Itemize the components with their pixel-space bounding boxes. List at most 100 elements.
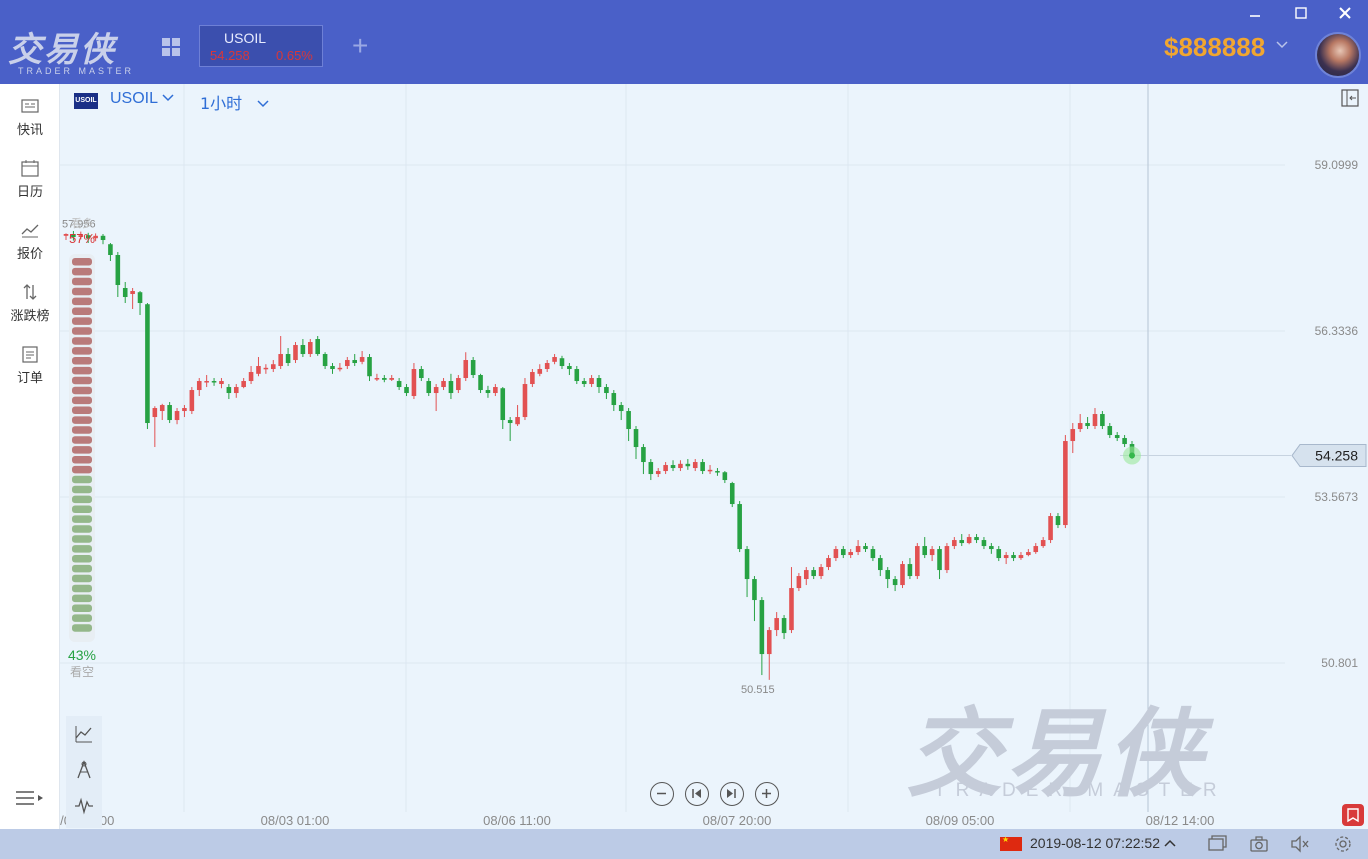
candle-body <box>515 417 520 425</box>
candle-body <box>433 387 439 394</box>
candle-body <box>722 472 728 481</box>
candle-body <box>1033 546 1039 553</box>
candle-body <box>781 618 787 634</box>
candle-body <box>648 462 654 475</box>
candle-body <box>707 469 713 472</box>
timeframe-selector[interactable]: 1小时 <box>200 90 269 114</box>
candle-body <box>618 405 624 412</box>
price-axis-label: 56.3336 <box>1315 324 1359 338</box>
candle-body <box>145 304 150 424</box>
draw-tool-icon[interactable] <box>74 760 94 780</box>
candle-body <box>818 567 824 577</box>
quote-tab-change: 0.65% <box>276 48 313 63</box>
user-avatar[interactable] <box>1315 32 1361 78</box>
symbol-selector[interactable]: USOIL <box>110 90 174 108</box>
report-icon[interactable] <box>1342 804 1364 826</box>
sidebar-item-quote[interactable]: 报价 <box>0 208 60 268</box>
candle-body <box>655 471 661 475</box>
sidebar-item-label: 订单 <box>16 371 43 386</box>
sentiment-bull-segment <box>72 258 92 266</box>
minimize-icon[interactable] <box>1244 2 1266 24</box>
status-datetime[interactable]: 2019-08-12 07:22:52 <box>1030 835 1176 851</box>
layout-toggle-icon[interactable] <box>1340 88 1360 108</box>
candle-body <box>833 549 839 559</box>
sidebar-item-updown[interactable]: 涨跌榜 <box>0 270 60 330</box>
sentiment-bear-segment <box>72 515 92 523</box>
candle-body <box>152 408 158 418</box>
candle-body <box>307 342 313 355</box>
candle-body <box>182 408 187 412</box>
sentiment-bull-segment <box>72 317 92 325</box>
candle-body <box>1003 555 1009 559</box>
time-axis-label: 08/09 05:00 <box>926 813 995 828</box>
expand-menu-icon[interactable] <box>14 786 46 810</box>
candle-body <box>611 393 617 406</box>
sentiment-bull-segment <box>72 347 92 355</box>
oscillator-icon[interactable] <box>74 796 94 816</box>
candle-body <box>678 463 683 469</box>
candle-body <box>641 447 646 463</box>
time-axis-label: 08/03 01:00 <box>261 813 330 828</box>
camera-icon[interactable] <box>1249 835 1269 853</box>
sentiment-bear-segment <box>72 564 92 573</box>
sentiment-bear-segment <box>72 614 92 622</box>
chart-area[interactable]: 59.099956.333653.567350.80108/01 16:0008… <box>60 84 1368 829</box>
sentiment-bull-segment <box>72 426 92 434</box>
candle-body <box>456 378 461 391</box>
watermark-logo-en: TRADER MASTER <box>934 780 1227 801</box>
account-balance[interactable]: $888888 <box>1164 32 1265 63</box>
candle-body <box>544 363 550 370</box>
symbol-flag-icon: USOIL <box>74 93 98 109</box>
candle-body <box>285 354 291 364</box>
sidebar-item-order[interactable]: 订单 <box>0 332 60 392</box>
sentiment-bull-segment <box>72 327 92 335</box>
sentiment-bear-segment <box>72 555 92 563</box>
candle-body <box>159 405 165 412</box>
window-icon[interactable] <box>1207 835 1227 853</box>
add-tab-icon[interactable]: + <box>352 30 368 62</box>
close-icon[interactable] <box>1334 2 1356 24</box>
candle-body <box>115 255 121 286</box>
sidebar-item-label: 日历 <box>16 185 43 200</box>
mute-icon[interactable] <box>1290 835 1310 853</box>
current-price-dot <box>1129 452 1135 459</box>
candle-body <box>270 364 276 370</box>
news-icon <box>21 99 39 113</box>
candle-body <box>604 387 609 394</box>
sentiment-bull-segment <box>72 446 92 454</box>
sentiment-bull-segment <box>72 337 92 345</box>
candle-body <box>448 381 454 394</box>
candle-body <box>907 564 913 577</box>
sidebar-item-label: 涨跌榜 <box>10 309 50 324</box>
candle-body <box>367 357 372 377</box>
grid-layout-icon[interactable] <box>162 38 180 56</box>
candle-body <box>996 549 1002 559</box>
chevron-down-icon[interactable] <box>1276 38 1288 54</box>
candle-body <box>337 367 343 370</box>
sentiment-bull-segment <box>72 307 92 315</box>
candle-body <box>1100 414 1105 427</box>
candle-body <box>715 471 720 473</box>
sidebar-item-label: 快讯 <box>16 123 43 138</box>
sidebar-item-news[interactable]: 快讯 <box>0 84 60 144</box>
zoom-in-button[interactable] <box>755 782 779 806</box>
candle-body <box>204 381 209 383</box>
indicator-icon[interactable] <box>74 724 94 744</box>
candle-body <box>663 465 668 472</box>
logo-text-en: TRADER MASTER <box>18 66 135 76</box>
quote-tab-usoil[interactable]: USOIL 54.258 0.65% <box>199 25 323 67</box>
maximize-icon[interactable] <box>1290 2 1312 24</box>
zoom-out-button[interactable] <box>650 782 674 806</box>
candle-body <box>241 381 246 388</box>
settings-gear-icon[interactable] <box>1333 835 1353 853</box>
candle-body <box>211 381 217 383</box>
sentiment-bull-segment <box>72 416 92 424</box>
candle-body <box>944 546 950 571</box>
candle-body <box>626 411 631 430</box>
candle-body <box>981 540 987 547</box>
jump-start-button[interactable] <box>685 782 709 806</box>
candle-body <box>263 367 269 370</box>
candle-body <box>493 387 498 394</box>
jump-end-button[interactable] <box>720 782 744 806</box>
sidebar-item-calendar[interactable]: 日历 <box>0 146 60 206</box>
